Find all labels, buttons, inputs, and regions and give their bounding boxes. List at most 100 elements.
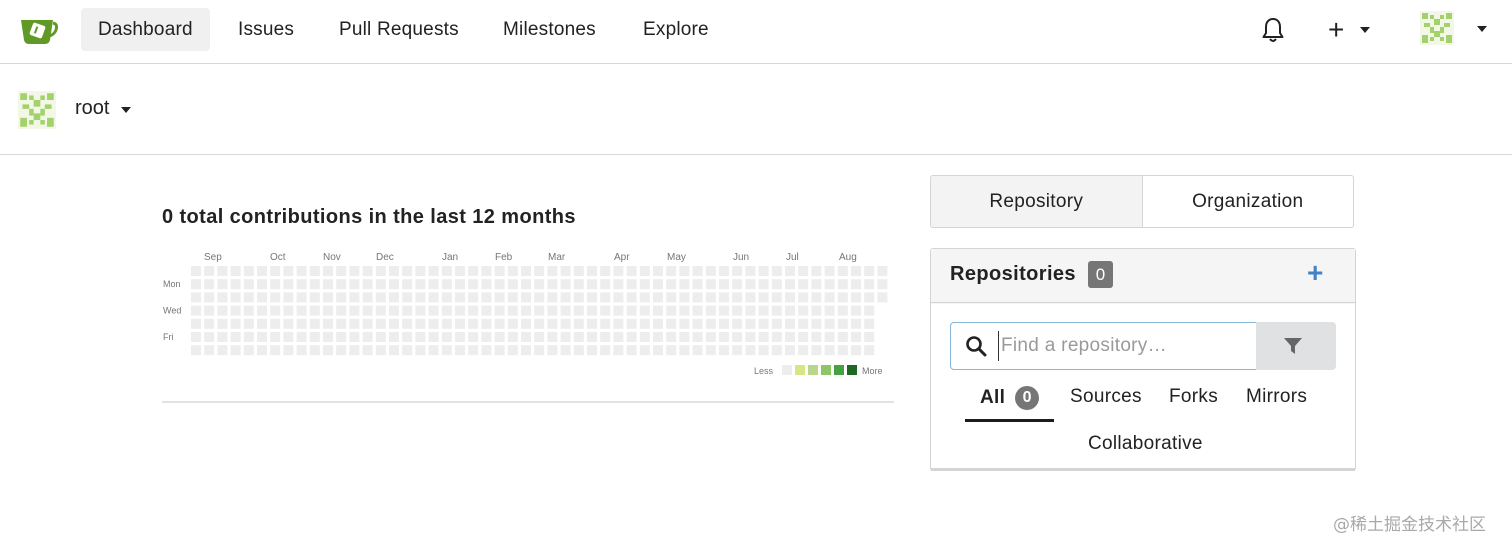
add-repository-button[interactable]: + xyxy=(1307,257,1323,289)
nav-issues[interactable]: Issues xyxy=(221,8,311,51)
heatmap-day-cell[interactable] xyxy=(758,266,769,276)
heatmap-day-cell[interactable] xyxy=(719,318,729,329)
heatmap-day-cell[interactable] xyxy=(336,279,347,290)
heatmap-day-cell[interactable] xyxy=(798,292,809,303)
bell-icon[interactable] xyxy=(1261,17,1285,43)
heatmap-day-cell[interactable] xyxy=(494,266,505,276)
heatmap-day-cell[interactable] xyxy=(521,332,531,342)
heatmap-day-cell[interactable] xyxy=(243,345,254,356)
heatmap-day-cell[interactable] xyxy=(573,305,584,316)
heatmap-day-cell[interactable] xyxy=(455,345,465,356)
heatmap-day-cell[interactable] xyxy=(283,318,294,329)
heatmap-day-cell[interactable] xyxy=(468,345,479,356)
heatmap-day-cell[interactable] xyxy=(547,279,558,290)
heatmap-day-cell[interactable] xyxy=(323,266,333,276)
heatmap-day-cell[interactable] xyxy=(217,266,228,276)
heatmap-day-cell[interactable] xyxy=(257,345,267,356)
tab-repository[interactable]: Repository xyxy=(931,176,1143,227)
create-menu-button[interactable]: + xyxy=(1326,16,1374,44)
heatmap-day-cell[interactable] xyxy=(191,279,201,290)
heatmap-day-cell[interactable] xyxy=(824,292,835,303)
heatmap-day-cell[interactable] xyxy=(560,266,571,276)
heatmap-day-cell[interactable] xyxy=(719,345,729,356)
heatmap-day-cell[interactable] xyxy=(798,279,809,290)
heatmap-day-cell[interactable] xyxy=(270,266,281,276)
heatmap-day-cell[interactable] xyxy=(837,279,848,290)
heatmap-day-cell[interactable] xyxy=(349,305,360,316)
heatmap-day-cell[interactable] xyxy=(336,345,347,356)
heatmap-day-cell[interactable] xyxy=(679,305,690,316)
heatmap-day-cell[interactable] xyxy=(547,332,558,342)
heatmap-day-cell[interactable] xyxy=(468,292,479,303)
heatmap-day-cell[interactable] xyxy=(468,332,479,342)
heatmap-day-cell[interactable] xyxy=(270,345,281,356)
heatmap-day-cell[interactable] xyxy=(560,318,571,329)
heatmap-day-cell[interactable] xyxy=(719,279,729,290)
heatmap-day-cell[interactable] xyxy=(653,332,663,342)
heatmap-day-cell[interactable] xyxy=(402,345,413,356)
heatmap-day-cell[interactable] xyxy=(692,318,703,329)
heatmap-day-cell[interactable] xyxy=(507,279,518,290)
heatmap-day-cell[interactable] xyxy=(719,305,729,316)
heatmap-day-cell[interactable] xyxy=(587,305,597,316)
heatmap-day-cell[interactable] xyxy=(837,332,848,342)
heatmap-day-cell[interactable] xyxy=(626,266,637,276)
heatmap-day-cell[interactable] xyxy=(824,345,835,356)
heatmap-day-cell[interactable] xyxy=(270,292,281,303)
heatmap-day-cell[interactable] xyxy=(389,292,399,303)
heatmap-day-cell[interactable] xyxy=(217,305,228,316)
heatmap-day-cell[interactable] xyxy=(719,266,729,276)
heatmap-day-cell[interactable] xyxy=(323,279,333,290)
heatmap-day-cell[interactable] xyxy=(666,292,677,303)
heatmap-day-cell[interactable] xyxy=(600,332,611,342)
heatmap-day-cell[interactable] xyxy=(389,332,399,342)
heatmap-day-cell[interactable] xyxy=(455,266,465,276)
heatmap-day-cell[interactable] xyxy=(679,292,690,303)
heatmap-day-cell[interactable] xyxy=(455,318,465,329)
heatmap-day-cell[interactable] xyxy=(666,318,677,329)
heatmap-day-cell[interactable] xyxy=(587,292,597,303)
heatmap-day-cell[interactable] xyxy=(626,279,637,290)
heatmap-day-cell[interactable] xyxy=(573,279,584,290)
heatmap-day-cell[interactable] xyxy=(243,279,254,290)
heatmap-day-cell[interactable] xyxy=(732,332,743,342)
heatmap-day-cell[interactable] xyxy=(507,292,518,303)
heatmap-day-cell[interactable] xyxy=(851,279,861,290)
heatmap-day-cell[interactable] xyxy=(243,318,254,329)
heatmap-day-cell[interactable] xyxy=(428,305,439,316)
heatmap-day-cell[interactable] xyxy=(705,279,716,290)
heatmap-day-cell[interactable] xyxy=(230,279,241,290)
heatmap-day-cell[interactable] xyxy=(521,292,531,303)
heatmap-day-cell[interactable] xyxy=(837,318,848,329)
heatmap-day-cell[interactable] xyxy=(547,305,558,316)
heatmap-day-cell[interactable] xyxy=(402,279,413,290)
heatmap-day-cell[interactable] xyxy=(217,318,228,329)
heatmap-day-cell[interactable] xyxy=(204,345,215,356)
heatmap-day-cell[interactable] xyxy=(402,292,413,303)
heatmap-day-cell[interactable] xyxy=(507,305,518,316)
heatmap-day-cell[interactable] xyxy=(851,292,861,303)
heatmap-day-cell[interactable] xyxy=(296,332,307,342)
heatmap-day-cell[interactable] xyxy=(441,305,452,316)
heatmap-day-cell[interactable] xyxy=(323,305,333,316)
heatmap-day-cell[interactable] xyxy=(547,345,558,356)
heatmap-day-cell[interactable] xyxy=(389,279,399,290)
heatmap-day-cell[interactable] xyxy=(758,305,769,316)
heatmap-day-cell[interactable] xyxy=(771,266,782,276)
heatmap-day-cell[interactable] xyxy=(428,266,439,276)
heatmap-day-cell[interactable] xyxy=(626,332,637,342)
heatmap-day-cell[interactable] xyxy=(639,292,650,303)
heatmap-day-cell[interactable] xyxy=(349,345,360,356)
heatmap-day-cell[interactable] xyxy=(389,305,399,316)
heatmap-day-cell[interactable] xyxy=(296,318,307,329)
heatmap-day-cell[interactable] xyxy=(375,318,386,329)
heatmap-day-cell[interactable] xyxy=(481,266,492,276)
heatmap-day-cell[interactable] xyxy=(785,332,795,342)
heatmap-day-cell[interactable] xyxy=(692,345,703,356)
heatmap-day-cell[interactable] xyxy=(824,332,835,342)
heatmap-day-cell[interactable] xyxy=(375,279,386,290)
heatmap-day-cell[interactable] xyxy=(666,332,677,342)
heatmap-day-cell[interactable] xyxy=(217,345,228,356)
heatmap-day-cell[interactable] xyxy=(441,266,452,276)
heatmap-day-cell[interactable] xyxy=(666,279,677,290)
